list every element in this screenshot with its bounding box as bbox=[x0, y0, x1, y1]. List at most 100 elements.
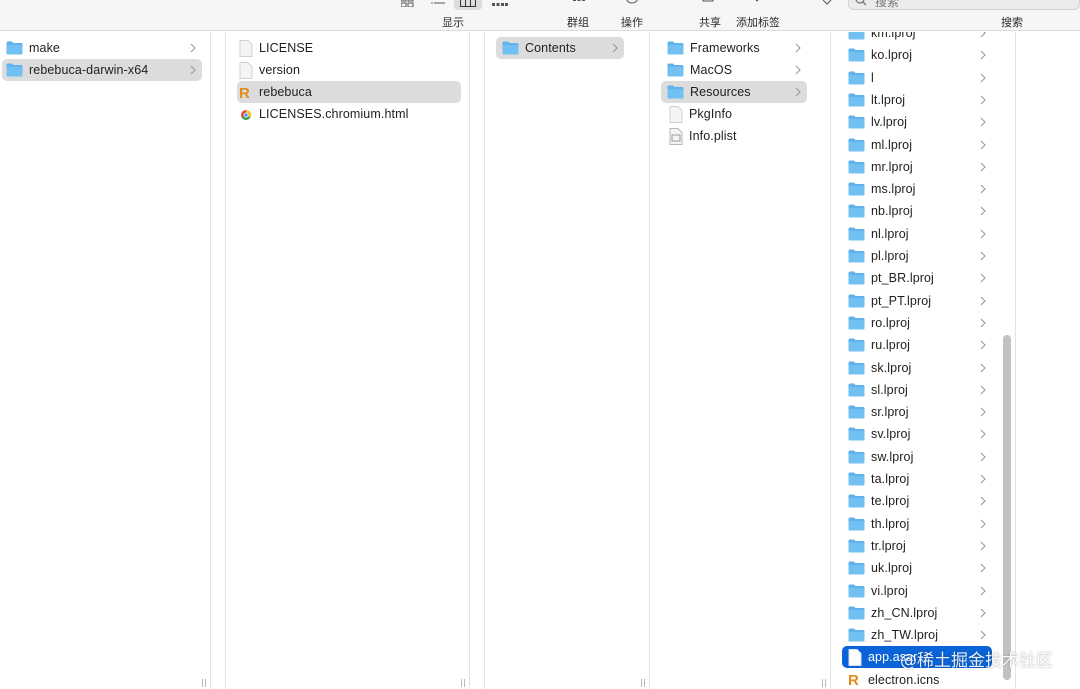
chevron-right-icon bbox=[980, 273, 986, 283]
folder-icon bbox=[848, 294, 865, 308]
list-item[interactable]: ro.lproj bbox=[842, 312, 992, 334]
folder-icon bbox=[848, 115, 865, 129]
chevron-right-icon bbox=[190, 65, 196, 75]
plist-document-icon bbox=[669, 127, 683, 145]
chevron-right-icon bbox=[980, 207, 986, 216]
list-item[interactable]: PkgInfo bbox=[661, 103, 807, 125]
list-item[interactable]: uk.lproj bbox=[842, 557, 992, 579]
list-item-label: pt_BR.lproj bbox=[871, 271, 934, 286]
folder-icon bbox=[848, 494, 865, 508]
list-item[interactable]: R rebebuca bbox=[237, 81, 461, 103]
column-4: Frameworks MacOS Resources PkgInfo Info.… bbox=[651, 32, 831, 689]
column-3: Contents bbox=[486, 32, 650, 689]
list-item[interactable]: Frameworks bbox=[661, 37, 807, 59]
vertical-scrollbar[interactable] bbox=[1003, 335, 1011, 680]
column-resize-handle[interactable] bbox=[641, 679, 646, 687]
chevron-right-icon bbox=[980, 608, 986, 618]
list-item[interactable]: ru.lproj bbox=[842, 334, 992, 356]
folder-icon bbox=[848, 93, 865, 107]
list-item-label: LICENSES.chromium.html bbox=[259, 107, 409, 121]
folder-icon bbox=[502, 41, 519, 55]
more-chevron-icon[interactable] bbox=[822, 0, 832, 6]
tag-icon bbox=[755, 0, 759, 2]
list-item[interactable]: ko.lproj bbox=[842, 44, 992, 66]
list-item-label: l bbox=[871, 70, 874, 85]
list-item[interactable]: l bbox=[842, 67, 992, 89]
list-item-label: sk.lproj bbox=[871, 360, 912, 375]
chevron-right-icon bbox=[980, 496, 986, 506]
list-item[interactable]: ms.lproj bbox=[842, 178, 992, 200]
list-view-button[interactable] bbox=[424, 0, 452, 10]
list-item[interactable]: pt_PT.lproj bbox=[842, 290, 992, 312]
list-item[interactable]: MacOS bbox=[661, 59, 807, 81]
list-item[interactable]: ml.lproj bbox=[842, 134, 992, 156]
column-resize-handle[interactable] bbox=[461, 679, 466, 687]
list-item-label: zh_CN.lproj bbox=[871, 605, 938, 620]
list-item[interactable]: pt_BR.lproj bbox=[842, 267, 992, 289]
list-item[interactable]: lv.lproj bbox=[842, 111, 992, 133]
list-item-label: vi.lproj bbox=[871, 583, 908, 598]
list-item[interactable]: te.lproj bbox=[842, 490, 992, 512]
group-button[interactable]: 群组 bbox=[560, 0, 600, 31]
search-label: 搜索 bbox=[1001, 17, 1023, 29]
list-item[interactable]: vi.lproj bbox=[842, 580, 992, 602]
gallery-icon bbox=[492, 3, 508, 6]
list-item[interactable]: sl.lproj bbox=[842, 379, 992, 401]
svg-text:R: R bbox=[848, 672, 859, 688]
chevron-right-icon bbox=[980, 340, 986, 350]
list-item[interactable]: lt.lproj bbox=[842, 89, 992, 111]
list-item-label: sr.lproj bbox=[871, 405, 909, 420]
column-resize-handle[interactable] bbox=[202, 679, 207, 687]
document-icon bbox=[239, 39, 253, 57]
share-button[interactable]: 共享 bbox=[690, 0, 730, 31]
list-item[interactable]: Contents bbox=[496, 37, 624, 59]
add-tag-button[interactable]: 添加标签 bbox=[730, 0, 790, 31]
list-item[interactable]: pl.lproj bbox=[842, 245, 992, 267]
list-item-label: ko.lproj bbox=[871, 48, 913, 63]
column-view-button[interactable] bbox=[454, 0, 482, 10]
list-item[interactable]: km.lproj bbox=[842, 32, 992, 44]
folder-icon bbox=[667, 63, 684, 77]
gallery-view-button[interactable] bbox=[486, 0, 514, 10]
list-item[interactable]: version bbox=[237, 59, 461, 81]
list-item-label: rebebuca-darwin-x64 bbox=[29, 63, 149, 77]
action-button[interactable]: 操作 bbox=[612, 0, 652, 31]
list-item-label: ml.lproj bbox=[871, 137, 913, 152]
list-item[interactable]: nb.lproj bbox=[842, 200, 992, 222]
folder-icon bbox=[848, 561, 865, 575]
list-item[interactable]: Info.plist bbox=[661, 125, 807, 147]
column-2: LICENSE version R rebebuca LICENSES.chro… bbox=[227, 32, 470, 689]
search-field[interactable] bbox=[848, 0, 1080, 10]
chevron-right-icon bbox=[980, 184, 986, 194]
search-input[interactable] bbox=[875, 0, 1055, 9]
list-item[interactable]: th.lproj bbox=[842, 513, 992, 535]
list-item-label: ta.lproj bbox=[871, 472, 910, 486]
list-item[interactable]: sr.lproj bbox=[842, 401, 992, 423]
list-item-label: make bbox=[29, 41, 60, 55]
list-item-label: ru.lproj bbox=[871, 338, 911, 353]
list-item[interactable]: zh_TW.lproj bbox=[842, 624, 992, 646]
folder-icon bbox=[848, 383, 865, 397]
list-item[interactable]: make bbox=[2, 37, 202, 59]
list-item[interactable]: zh_CN.lproj bbox=[842, 602, 992, 624]
list-item-label: electron.icns bbox=[868, 672, 940, 687]
column-resize-handle[interactable] bbox=[822, 679, 827, 687]
list-item[interactable]: rebebuca-darwin-x64 bbox=[2, 59, 202, 81]
action-ellipsis-icon bbox=[626, 0, 638, 4]
list-item[interactable]: tr.lproj bbox=[842, 535, 992, 557]
list-item[interactable]: Resources bbox=[661, 81, 807, 103]
list-item[interactable]: LICENSE bbox=[237, 37, 461, 59]
search-icon bbox=[855, 0, 867, 6]
chevron-right-icon bbox=[980, 117, 986, 127]
list-item[interactable]: sv.lproj bbox=[842, 423, 992, 445]
list-item[interactable]: LICENSES.chromium.html bbox=[237, 103, 461, 125]
list-item[interactable]: sk.lproj bbox=[842, 357, 992, 379]
folder-icon bbox=[848, 606, 865, 620]
list-item[interactable]: ta.lproj bbox=[842, 468, 992, 490]
icon-view-button[interactable] bbox=[394, 0, 422, 10]
folder-icon bbox=[848, 204, 865, 218]
list-item[interactable]: Relectron.icns bbox=[842, 669, 992, 689]
list-item[interactable]: mr.lproj bbox=[842, 156, 992, 178]
list-item[interactable]: nl.lproj bbox=[842, 223, 992, 245]
list-item[interactable]: sw.lproj bbox=[842, 446, 992, 468]
